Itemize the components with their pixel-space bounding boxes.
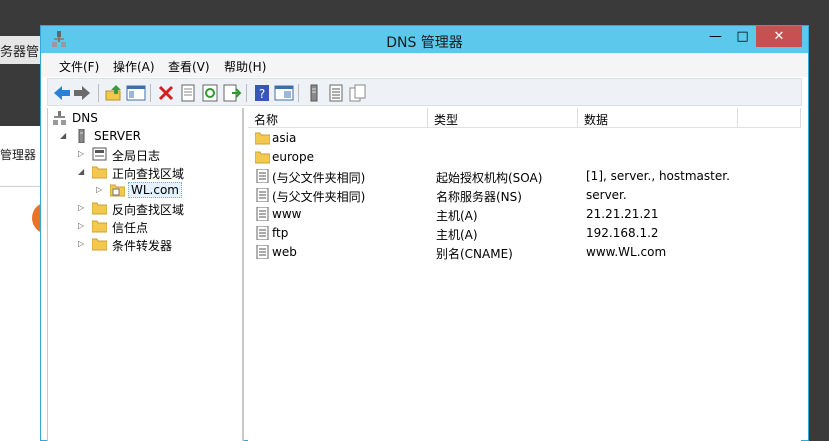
- tree-item-reverse-zones[interactable]: ▷ 反向查找区域: [78, 200, 238, 218]
- view-icon[interactable]: [274, 83, 294, 103]
- collapse-arrow-icon[interactable]: ◢: [60, 129, 70, 143]
- menu-view[interactable]: 查看(V): [168, 58, 210, 75]
- record-name: web: [272, 245, 297, 259]
- svg-text:?: ?: [259, 87, 265, 101]
- tree-label: 全局日志: [112, 149, 161, 163]
- minimize-button[interactable]: —: [702, 26, 729, 47]
- toolbar: ?: [47, 78, 802, 106]
- record-icon: [255, 168, 270, 184]
- expand-arrow-icon[interactable]: ▷: [96, 183, 106, 197]
- expand-arrow-icon[interactable]: ▷: [78, 237, 88, 251]
- menu-action[interactable]: 操作(A): [113, 58, 155, 75]
- results-list: 名称 类型 数据 asia europe (与父文件夹相同) 起始授权机构(SO: [248, 108, 801, 441]
- column-header-name[interactable]: 名称: [248, 108, 428, 128]
- record-data: [1], server., hostmaster.: [586, 169, 730, 183]
- record-type: 起始授权机构(SOA): [436, 171, 543, 185]
- list-item[interactable]: (与父文件夹相同) 起始授权机构(SOA) [1], server., host…: [248, 167, 801, 186]
- tree-item-global-logs[interactable]: ▷ 全局日志: [78, 146, 238, 164]
- server-icon: [74, 128, 89, 144]
- column-header-empty: [738, 108, 801, 128]
- record-type: 主机(A): [436, 209, 478, 223]
- properties-icon[interactable]: [178, 83, 198, 103]
- tree-item-trust-points[interactable]: ▷ 信任点: [78, 218, 238, 236]
- back-icon[interactable]: [52, 83, 72, 103]
- list-item[interactable]: (与父文件夹相同) 名称服务器(NS) server.: [248, 186, 801, 205]
- tree-label: WL.com: [128, 182, 182, 198]
- close-button[interactable]: ✕: [756, 26, 802, 47]
- dns-manager-window: DNS 管理器 — □ ✕ 文件(F) 操作(A) 查看(V) 帮助(H) ? …: [40, 25, 809, 441]
- list-item[interactable]: asia: [248, 129, 801, 148]
- up-icon[interactable]: [104, 83, 124, 103]
- tree-label: SERVER: [94, 129, 142, 143]
- record-name: ftp: [272, 226, 289, 240]
- menu-file[interactable]: 文件(F): [59, 58, 99, 75]
- tree-label: 信任点: [112, 221, 149, 235]
- delete-icon[interactable]: [156, 83, 176, 103]
- window-title: DNS 管理器: [386, 35, 463, 51]
- column-header-data[interactable]: 数据: [578, 108, 738, 128]
- show-tree-icon[interactable]: [126, 83, 146, 103]
- list-item[interactable]: www 主机(A) 21.21.21.21: [248, 205, 801, 224]
- help-icon[interactable]: ?: [252, 83, 272, 103]
- folder-icon: [254, 150, 271, 164]
- server-icon[interactable]: [304, 83, 324, 103]
- refresh-icon[interactable]: [200, 83, 220, 103]
- expand-arrow-icon[interactable]: ▷: [78, 219, 88, 233]
- list-item[interactable]: ftp 主机(A) 192.168.1.2: [248, 224, 801, 243]
- collapse-arrow-icon[interactable]: ◢: [78, 165, 88, 179]
- record-type: 别名(CNAME): [436, 247, 513, 261]
- record-icon: [255, 206, 270, 222]
- tree-item-forward-zones[interactable]: ◢ 正向查找区域: [78, 164, 238, 182]
- expand-arrow-icon[interactable]: ▷: [78, 201, 88, 215]
- column-header-type[interactable]: 类型: [428, 108, 578, 128]
- dns-icon: [52, 111, 67, 125]
- record-data: server.: [586, 188, 627, 202]
- maximize-button[interactable]: □: [729, 26, 756, 47]
- tree-label: 反向查找区域: [112, 203, 185, 217]
- console-tree: DNS ◢ SERVER ▷ 全局日志 ◢ 正向查找区域 ▷ WL.com ▷ …: [47, 108, 244, 441]
- folder-icon: [91, 219, 108, 233]
- tree-item-wl-com[interactable]: ▷ WL.com: [96, 182, 236, 200]
- list-item[interactable]: europe: [248, 148, 801, 167]
- copy-icon[interactable]: [348, 83, 368, 103]
- tree-item-conditional-forwarders[interactable]: ▷ 条件转发器: [78, 236, 238, 254]
- title-bar[interactable]: DNS 管理器 — □ ✕: [41, 26, 808, 53]
- tree-label: 条件转发器: [112, 239, 173, 253]
- record-data: 21.21.21.21: [586, 207, 659, 221]
- list-icon[interactable]: [326, 83, 346, 103]
- expand-arrow-icon[interactable]: ▷: [78, 147, 88, 161]
- record-icon: [255, 187, 270, 203]
- tree-label: 正向查找区域: [112, 167, 185, 181]
- record-name: (与父文件夹相同): [272, 190, 366, 204]
- forward-icon[interactable]: [72, 83, 92, 103]
- list-item[interactable]: web 别名(CNAME) www.WL.com: [248, 243, 801, 262]
- folder-icon: [254, 131, 271, 145]
- tree-label: DNS: [72, 111, 98, 125]
- folder-icon: [91, 201, 108, 215]
- record-data: www.WL.com: [586, 245, 667, 259]
- log-icon: [92, 147, 107, 161]
- folder-icon: [91, 237, 108, 251]
- folder-icon: [91, 165, 108, 179]
- record-name: www: [272, 207, 302, 221]
- record-icon: [255, 244, 270, 260]
- zone-icon: [109, 183, 126, 197]
- record-data: 192.168.1.2: [586, 226, 659, 240]
- record-name: europe: [272, 150, 314, 164]
- menu-help[interactable]: 帮助(H): [224, 58, 266, 75]
- tree-item-dns[interactable]: DNS: [50, 110, 240, 128]
- record-type: 名称服务器(NS): [436, 190, 522, 204]
- record-name: (与父文件夹相同): [272, 171, 366, 185]
- record-name: asia: [272, 131, 297, 145]
- record-icon: [255, 225, 270, 241]
- tree-item-server[interactable]: ◢ SERVER: [60, 128, 240, 146]
- export-icon[interactable]: [222, 83, 242, 103]
- menu-bar: 文件(F) 操作(A) 查看(V) 帮助(H): [41, 53, 808, 77]
- record-type: 主机(A): [436, 228, 478, 242]
